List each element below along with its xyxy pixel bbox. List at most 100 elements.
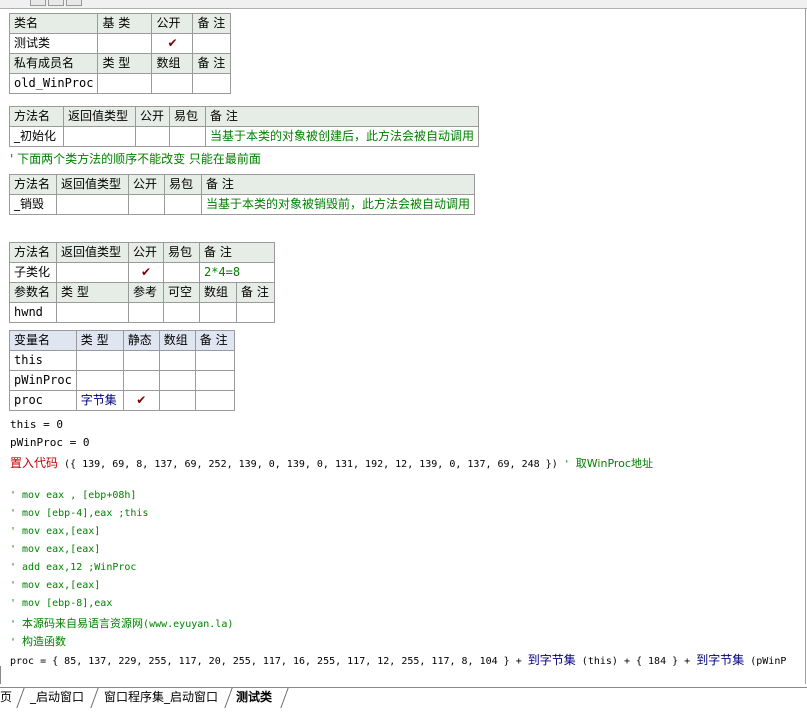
- param-ref-cell[interactable]: [128, 302, 164, 323]
- return-type-cell[interactable]: [56, 262, 129, 283]
- note-cell[interactable]: [192, 33, 232, 54]
- col-header: 备 注: [236, 282, 275, 303]
- member-type-cell[interactable]: [97, 73, 153, 94]
- method-name-cell[interactable]: 子类化: [9, 262, 57, 283]
- comment-line[interactable]: ' mov eax,[eax]: [10, 544, 100, 555]
- method-name-cell[interactable]: _初始化: [9, 126, 64, 147]
- var-static-cell[interactable]: [122, 370, 160, 391]
- col-header: 备 注: [199, 242, 275, 263]
- var-array-cell[interactable]: [158, 370, 196, 391]
- col-header: 基 类: [97, 13, 153, 34]
- var-type-cell[interactable]: [75, 370, 124, 391]
- tab-startup-window-program-set[interactable]: 窗口程序集_启动窗口: [100, 689, 224, 705]
- col-header: 静态: [122, 330, 160, 351]
- col-header: 参数名: [9, 282, 57, 303]
- function-call: 到字节集: [696, 653, 745, 667]
- public-check-cell[interactable]: ✔: [128, 262, 164, 283]
- public-cell[interactable]: [128, 194, 165, 215]
- var-name-cell[interactable]: proc: [9, 390, 77, 411]
- col-header: 类 型: [56, 282, 129, 303]
- col-header: 返回值类型: [63, 106, 136, 127]
- col-header: 类 型: [97, 53, 153, 74]
- public-cell[interactable]: [135, 126, 170, 147]
- col-header: 易包: [163, 242, 200, 263]
- code-line[interactable]: this = 0: [10, 418, 63, 431]
- col-header: 公开: [128, 174, 165, 195]
- public-check-cell[interactable]: ✔: [151, 33, 194, 54]
- col-header: 变量名: [9, 330, 77, 351]
- var-note-cell[interactable]: [194, 390, 235, 411]
- return-type-cell[interactable]: [56, 194, 129, 215]
- editor-right-border: [805, 8, 806, 684]
- var-array-cell[interactable]: [158, 350, 196, 371]
- col-header: 公开: [151, 13, 194, 34]
- comment-line[interactable]: ' mov [ebp-4],eax ;this: [10, 508, 148, 519]
- col-header: 易包: [164, 174, 202, 195]
- col-header: 数组: [199, 282, 237, 303]
- method-note-cell[interactable]: 当基于本类的对象被创建后，此方法会被自动调用: [204, 126, 480, 147]
- method-subclass-table: 方法名 返回值类型 公开 易包 备 注 子类化 ✔ 2*4=8 参数名 类 型 …: [9, 242, 275, 323]
- var-note-cell[interactable]: [194, 350, 235, 371]
- col-header: 备 注: [204, 106, 480, 127]
- col-header: 备 注: [192, 53, 232, 74]
- tab-startup-window[interactable]: _启动窗口: [26, 689, 90, 705]
- var-static-cell[interactable]: [122, 350, 160, 371]
- comment-line[interactable]: ' 下面两个类方法的顺序不能改变 只能在最前面: [10, 150, 261, 167]
- comment-text: 本源码来自易语言资源网: [22, 617, 144, 630]
- param-name-cell[interactable]: hwnd: [9, 302, 57, 323]
- scrollbar-edge: [0, 666, 5, 684]
- comment-line[interactable]: ' 本源码来自易语言资源网(www.eyuyan.la): [10, 615, 233, 631]
- comment-mark: ': [10, 637, 23, 648]
- horizontal-scrollbar[interactable]: [0, 666, 807, 684]
- easy-pkg-cell[interactable]: [169, 126, 206, 147]
- code-line[interactable]: pWinProc = 0: [10, 436, 89, 449]
- class-table: 类名 基 类 公开 备 注 测试类 ✔ 私有成员名 类 型 数组 备 注 old…: [8, 13, 232, 94]
- member-note-cell[interactable]: [192, 73, 232, 94]
- comment-line[interactable]: ' mov eax , [ebp+08h]: [10, 490, 136, 501]
- comment-line[interactable]: ' mov [ebp-8],eax: [10, 598, 112, 609]
- easy-pkg-cell[interactable]: [163, 262, 200, 283]
- easy-pkg-cell[interactable]: [164, 194, 202, 215]
- toolbar-stub: [66, 0, 82, 6]
- param-note-cell[interactable]: [236, 302, 275, 323]
- base-class-cell[interactable]: [97, 33, 153, 54]
- method-name-cell[interactable]: _销毁: [9, 194, 57, 215]
- tab-page[interactable]: 页: [0, 689, 18, 705]
- col-header: 方法名: [9, 106, 64, 127]
- param-nullable-cell[interactable]: [163, 302, 200, 323]
- code-line[interactable]: 置入代码 ({ 139, 69, 8, 137, 69, 252, 139, 0…: [10, 454, 653, 471]
- comment-line[interactable]: ' mov eax,[eax]: [10, 526, 100, 537]
- col-header: 类名: [8, 13, 99, 34]
- member-name-cell[interactable]: old_WinProc: [8, 73, 99, 94]
- col-header: 数组: [158, 330, 196, 351]
- class-name-cell[interactable]: 测试类: [8, 33, 99, 54]
- var-type-cell[interactable]: [75, 350, 124, 371]
- param-type-cell[interactable]: [56, 302, 129, 323]
- inline-code-args: ({ 139, 69, 8, 137, 69, 252, 139, 0, 139…: [58, 459, 564, 470]
- var-type-cell[interactable]: 字节集: [75, 390, 124, 411]
- method-init-table: 方法名 返回值类型 公开 易包 备 注 _初始化 当基于本类的对象被创建后，此方…: [9, 106, 480, 147]
- method-note-cell[interactable]: 2*4=8: [199, 262, 275, 283]
- member-array-cell[interactable]: [151, 73, 194, 94]
- var-note-cell[interactable]: [194, 370, 235, 391]
- comment-line[interactable]: ' 构造函数: [10, 633, 66, 649]
- col-header: 类 型: [75, 330, 124, 351]
- comment-mark: ': [10, 619, 23, 630]
- col-header: 参考: [128, 282, 164, 303]
- var-static-check-cell[interactable]: ✔: [122, 390, 160, 411]
- var-name-cell[interactable]: this: [9, 350, 77, 371]
- param-array-cell[interactable]: [199, 302, 237, 323]
- tab-test-class[interactable]: 测试类: [232, 689, 278, 705]
- col-header: 返回值类型: [56, 174, 129, 195]
- comment-text: 构造函数: [22, 635, 67, 648]
- col-header: 易包: [169, 106, 206, 127]
- method-note-cell[interactable]: 当基于本类的对象被销毁前，此方法会被自动调用: [200, 194, 476, 215]
- comment-line[interactable]: ' mov eax,[eax]: [10, 580, 100, 591]
- var-name-cell[interactable]: pWinProc: [9, 370, 77, 391]
- var-array-cell[interactable]: [158, 390, 196, 411]
- col-header: 可空: [163, 282, 200, 303]
- col-header: 备 注: [192, 13, 232, 34]
- comment-line[interactable]: ' add eax,12 ;WinProc: [10, 562, 136, 573]
- window-top-strip: [0, 0, 807, 9]
- return-type-cell[interactable]: [63, 126, 136, 147]
